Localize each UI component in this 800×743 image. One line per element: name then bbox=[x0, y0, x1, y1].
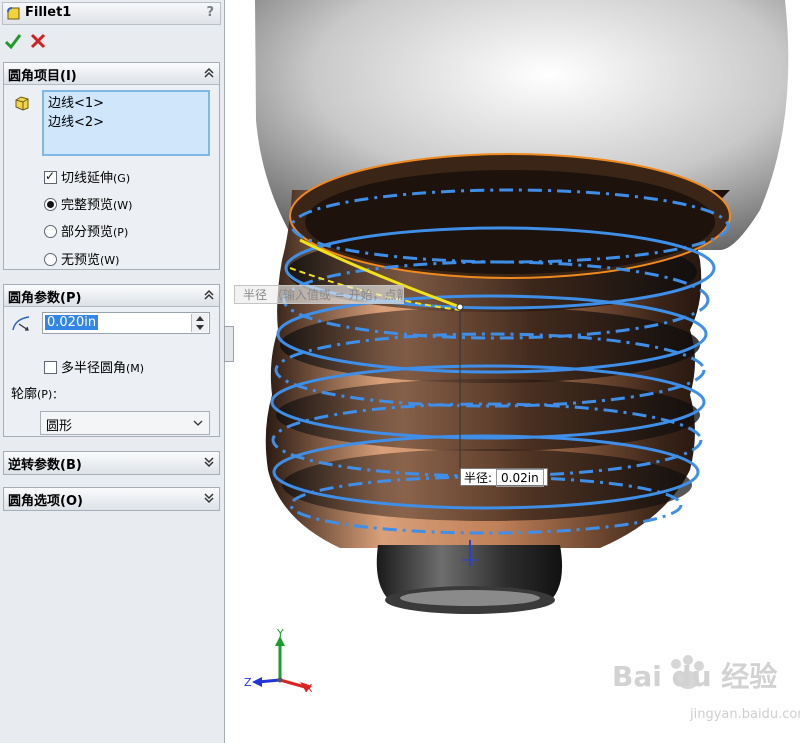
fillet-options-group[interactable]: 圆角选项(O) bbox=[3, 487, 220, 511]
feature-title: Fillet1 bbox=[25, 5, 72, 20]
radius-callout[interactable]: 半径: 0.02in bbox=[460, 468, 548, 487]
axis-z-label: Z bbox=[244, 676, 252, 689]
list-item[interactable]: 边线<2> bbox=[48, 113, 204, 132]
axis-x-label: X bbox=[305, 682, 313, 695]
group-title: 圆角参数(P) bbox=[8, 291, 82, 306]
fillet-items-group: 圆角项目(I) 边线<1> 边线<2> 切线延伸(G) 完整预览(W) 部分预览… bbox=[3, 62, 220, 270]
watermark-logo: Bai du 经验 bbox=[612, 660, 778, 693]
group-title: 圆角选项(O) bbox=[8, 494, 83, 509]
checkbox-box[interactable] bbox=[44, 361, 57, 374]
fillet-feature-icon bbox=[7, 7, 20, 20]
graphics-area[interactable]: Y X Z bbox=[226, 0, 800, 743]
group-title: 圆角项目(I) bbox=[8, 69, 77, 84]
radius-value[interactable]: 0.020in bbox=[45, 315, 99, 330]
fillet-params-header[interactable]: 圆角参数(P) bbox=[4, 285, 219, 307]
full-preview-radio[interactable]: 完整预览(W) bbox=[44, 194, 132, 213]
checkbox-box[interactable] bbox=[44, 169, 57, 184]
fillet-items-header[interactable]: 圆角项目(I) bbox=[4, 63, 219, 85]
expand-chevron-icon[interactable] bbox=[203, 492, 215, 504]
ok-check-icon[interactable] bbox=[4, 32, 22, 50]
fillet-params-group: 圆角参数(P) 0.020in 多半径圆角(M) 轮廓(P)： 圆形 bbox=[3, 284, 220, 437]
group-title: 逆转参数(B) bbox=[8, 458, 82, 473]
fillet-options-header[interactable]: 圆角选项(O) bbox=[4, 488, 219, 510]
property-manager: Fillet1 ? 圆角项目(I) 边线<1> 边线<2> 切线延伸(G) 完整… bbox=[0, 0, 225, 743]
setback-params-header[interactable]: 逆转参数(B) bbox=[4, 452, 219, 474]
axis-triad bbox=[252, 636, 312, 692]
edge-selection-icon bbox=[15, 96, 29, 111]
radius-icon bbox=[12, 316, 30, 331]
feature-title-bar: Fillet1 ? bbox=[2, 2, 221, 25]
base-contact-rim bbox=[400, 590, 540, 606]
callout-label: 半径: bbox=[464, 471, 493, 485]
profile-label: 轮廓(P)： bbox=[11, 387, 64, 402]
radius-spinner[interactable] bbox=[191, 314, 208, 332]
expand-chevron-icon[interactable] bbox=[203, 456, 215, 468]
collapse-chevron-icon[interactable] bbox=[203, 67, 215, 79]
tangent-propagation-checkbox[interactable]: 切线延伸(G) bbox=[44, 167, 130, 186]
model-view[interactable] bbox=[226, 0, 800, 743]
chevron-down-icon bbox=[193, 420, 203, 426]
list-item[interactable]: 边线<1> bbox=[48, 94, 204, 113]
callout-value[interactable]: 0.02in bbox=[496, 469, 544, 487]
help-icon[interactable]: ? bbox=[206, 5, 214, 20]
radio-dot[interactable] bbox=[44, 198, 57, 211]
top-opening-inner bbox=[305, 170, 715, 274]
radius-input[interactable]: 0.020in bbox=[42, 312, 210, 334]
leader-anchor bbox=[456, 303, 464, 311]
watermark-url: jingyan.baidu.com bbox=[690, 707, 800, 722]
radio-dot[interactable] bbox=[44, 253, 57, 266]
radius-tooltip: 半径 （输入值或 = 开始，点箭头设置值 bbox=[234, 285, 404, 304]
axis-y-label: Y bbox=[277, 627, 284, 640]
no-preview-radio[interactable]: 无预览(W) bbox=[44, 249, 119, 268]
setback-params-group[interactable]: 逆转参数(B) bbox=[3, 451, 220, 475]
profile-select[interactable]: 圆形 bbox=[40, 411, 210, 435]
partial-preview-radio[interactable]: 部分预览(P) bbox=[44, 221, 128, 240]
edges-list[interactable]: 边线<1> 边线<2> bbox=[42, 90, 210, 156]
multi-radius-checkbox[interactable]: 多半径圆角(M) bbox=[44, 357, 144, 376]
collapse-chevron-icon[interactable] bbox=[203, 289, 215, 301]
radio-dot[interactable] bbox=[44, 225, 57, 238]
cancel-x-icon[interactable] bbox=[29, 32, 47, 50]
